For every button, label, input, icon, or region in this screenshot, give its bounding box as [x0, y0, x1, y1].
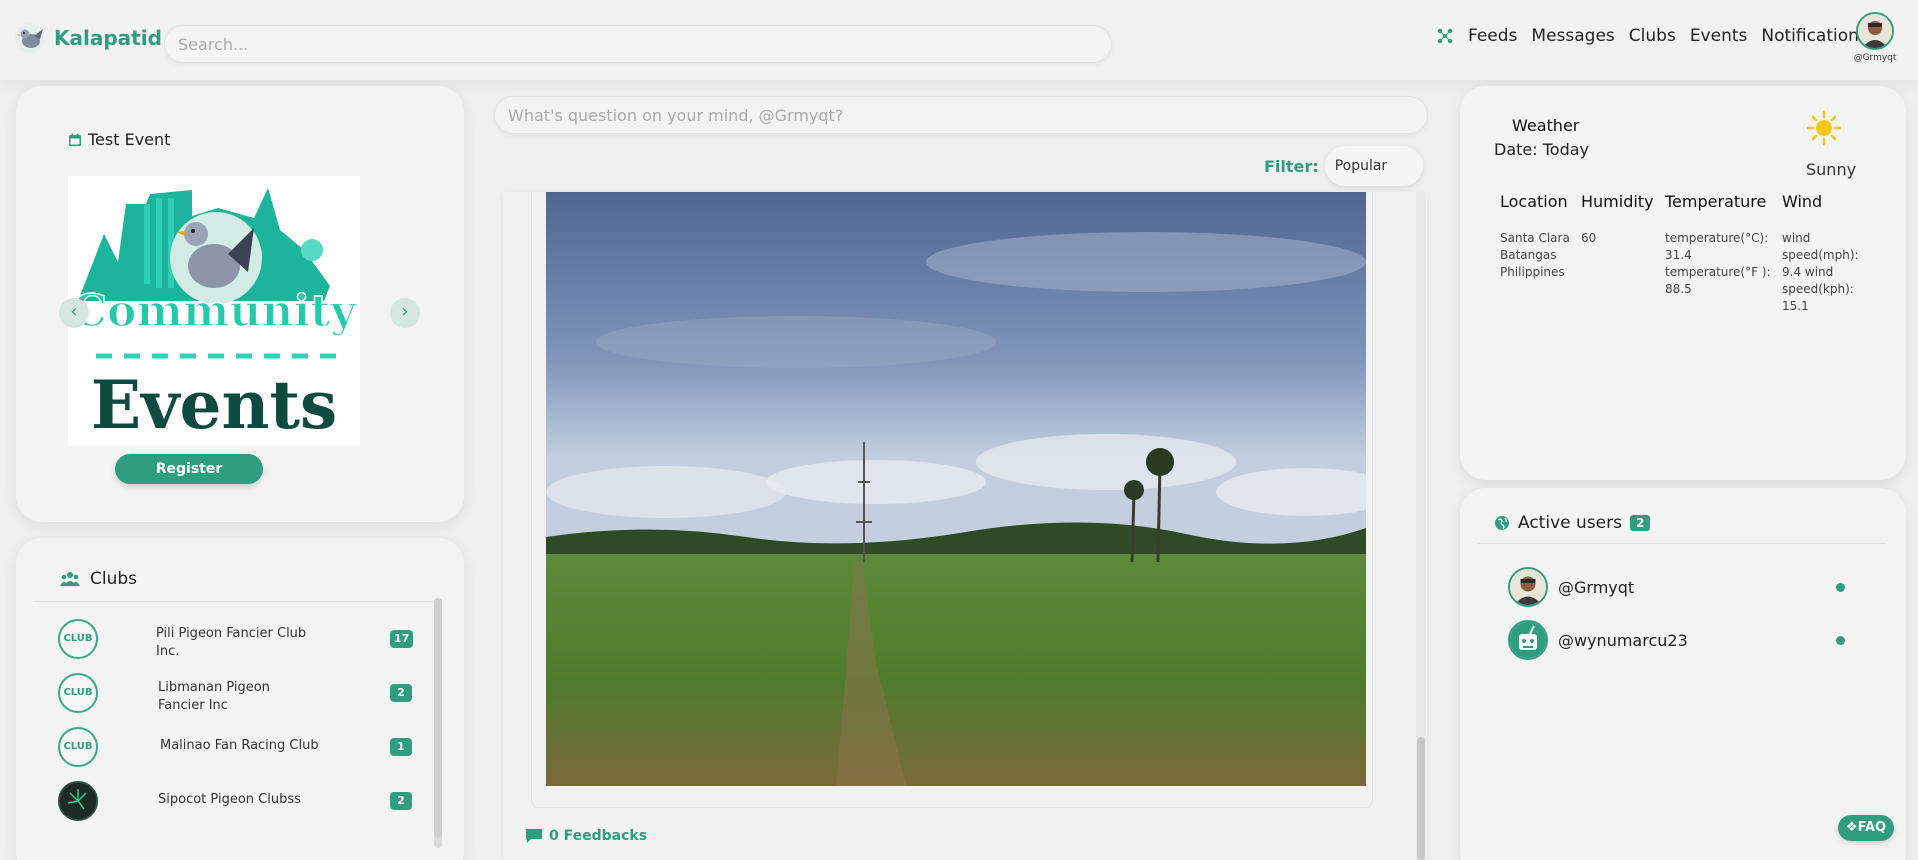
nav-feeds[interactable]: Feeds	[1468, 26, 1517, 46]
faq-button[interactable]: ❖FAQ	[1838, 815, 1894, 841]
active-users-title: Active users	[1518, 512, 1622, 533]
nav-clubs[interactable]: Clubs	[1629, 26, 1676, 46]
brand-name: Kalapatid	[54, 26, 162, 50]
faq-label: FAQ	[1857, 820, 1887, 835]
online-status-dot	[1836, 583, 1845, 592]
active-user-row[interactable]: @wynumarcu23	[1508, 619, 1868, 661]
feedback-link[interactable]: 0 Feedbacks	[525, 828, 647, 844]
comment-icon	[526, 829, 542, 843]
club-name: Malinao Fan Racing Club	[160, 738, 319, 753]
weather-condition: Sunny	[1806, 160, 1857, 179]
question-input[interactable]	[494, 96, 1428, 134]
club-name: Pili Pigeon Fancier Club Inc.	[156, 626, 307, 659]
club-member-count: 2	[390, 684, 412, 702]
active-users-header: Active users 2	[1478, 502, 1886, 544]
logo[interactable]: Kalapatid	[14, 22, 162, 54]
community-events-graphic: Community Events	[68, 176, 360, 446]
carousel-next-button[interactable]: ›	[390, 298, 420, 328]
post-photo[interactable]	[546, 192, 1366, 786]
club-row[interactable]: CLUB Malinao Fan Racing Club 1	[58, 725, 418, 769]
club-logo	[58, 781, 98, 821]
chevron-left-icon: ‹	[70, 301, 78, 322]
scrollbar-thumb[interactable]	[1417, 737, 1425, 860]
filter-label: Filter:	[1264, 156, 1319, 176]
chevron-right-icon: ›	[401, 301, 409, 322]
weather-date: Date: Today	[1494, 140, 1589, 159]
column-header: Temperature	[1665, 192, 1767, 211]
pigeon-logo-icon	[15, 23, 45, 53]
robot-avatar-icon	[1510, 622, 1546, 658]
club-member-count: 2	[390, 792, 412, 810]
avatar	[1508, 620, 1548, 660]
user-handle: @Grmyqt	[1558, 577, 1635, 597]
weather-temperature: temperature(°C): 31.4 temperature(°F ): …	[1665, 231, 1771, 296]
event-card: Test Event Community Events ‹ › Register	[16, 86, 464, 522]
avatar	[1508, 567, 1548, 607]
carousel-prev-button[interactable]: ‹	[59, 298, 89, 328]
weather-wind: wind speed(mph): 9.4 wind speed(kph): 15…	[1782, 231, 1859, 313]
weather-card: Weather Date: Today Sunny Location Humid…	[1460, 86, 1906, 480]
club-name: Sipocot Pigeon Clubss	[158, 792, 301, 807]
network-icon[interactable]	[1436, 27, 1454, 45]
club-row[interactable]: Sipocot Pigeon Clubss 2	[58, 779, 418, 823]
profile-handle: @Grmyqt	[1853, 53, 1897, 63]
sun-icon	[1806, 110, 1842, 146]
firework-icon	[67, 789, 87, 810]
globe-icon	[1495, 515, 1509, 530]
clubs-card: Clubs CLUB Pili Pigeon Fancier Club Inc.…	[16, 538, 464, 860]
image-text-events: Events	[91, 366, 337, 444]
club-member-count: 17	[390, 630, 414, 648]
feedback-count: 0 Feedbacks	[549, 828, 648, 844]
top-bar: Kalapatid Feeds Messages Clubs Events No…	[0, 0, 1918, 80]
club-row[interactable]: CLUB Libmanan Pigeon Fancier Inc 2	[58, 671, 418, 715]
club-name: Libmanan Pigeon Fancier Inc	[158, 680, 270, 713]
clubs-scrollbar[interactable]	[434, 598, 442, 848]
event-title-text: Test Event	[88, 130, 171, 149]
clubs-header: Clubs	[34, 556, 442, 602]
column-header: Humidity	[1581, 192, 1654, 211]
active-users-card: Active users 2 @Grmyqt @wynumarcu23	[1460, 488, 1906, 860]
calendar-icon	[69, 133, 81, 146]
main-nav: Feeds Messages Clubs Events Notification…	[1436, 26, 1868, 46]
club-member-count: 1	[390, 738, 412, 756]
faq-icon: ❖	[1845, 820, 1858, 835]
filter-select[interactable]: Popular	[1324, 146, 1423, 186]
nav-events[interactable]: Events	[1690, 26, 1748, 46]
nav-messages[interactable]: Messages	[1531, 26, 1614, 46]
online-status-dot	[1836, 636, 1845, 645]
landscape-photo	[546, 192, 1366, 786]
register-button[interactable]: Register	[115, 454, 263, 484]
active-users-count: 2	[1629, 514, 1651, 531]
club-row[interactable]: CLUB Pili Pigeon Fancier Club Inc. 17	[58, 617, 418, 661]
weather-humidity: 60	[1581, 231, 1597, 245]
feed-scrollbar[interactable]	[1416, 192, 1426, 860]
weather-location: Santa Clara Batangas Philippines	[1500, 231, 1570, 279]
filter: Filter: Popular	[1264, 146, 1423, 186]
scrollbar-thumb[interactable]	[434, 598, 442, 838]
search-input[interactable]	[164, 25, 1112, 63]
event-title: Test Event	[68, 130, 170, 149]
column-header: Wind	[1782, 192, 1823, 211]
club-logo: CLUB	[58, 619, 98, 659]
image-text-community: Community	[72, 286, 358, 337]
users-icon	[60, 571, 80, 586]
active-user-row[interactable]: @Grmyqt	[1508, 566, 1868, 608]
user-avatar-icon	[1510, 569, 1546, 605]
user-avatar-icon	[1858, 14, 1892, 48]
column-header: Location	[1500, 192, 1568, 211]
club-logo: CLUB	[58, 727, 98, 767]
clubs-title: Clubs	[90, 568, 138, 589]
weather-title: Weather	[1512, 116, 1580, 135]
club-logo: CLUB	[58, 673, 98, 713]
avatar	[1856, 12, 1894, 50]
event-image: Community Events	[68, 176, 360, 446]
profile-menu[interactable]: @Grmyqt	[1852, 12, 1898, 63]
feed-panel: 0 Feedbacks	[503, 192, 1427, 860]
user-handle: @wynumarcu23	[1558, 630, 1688, 650]
